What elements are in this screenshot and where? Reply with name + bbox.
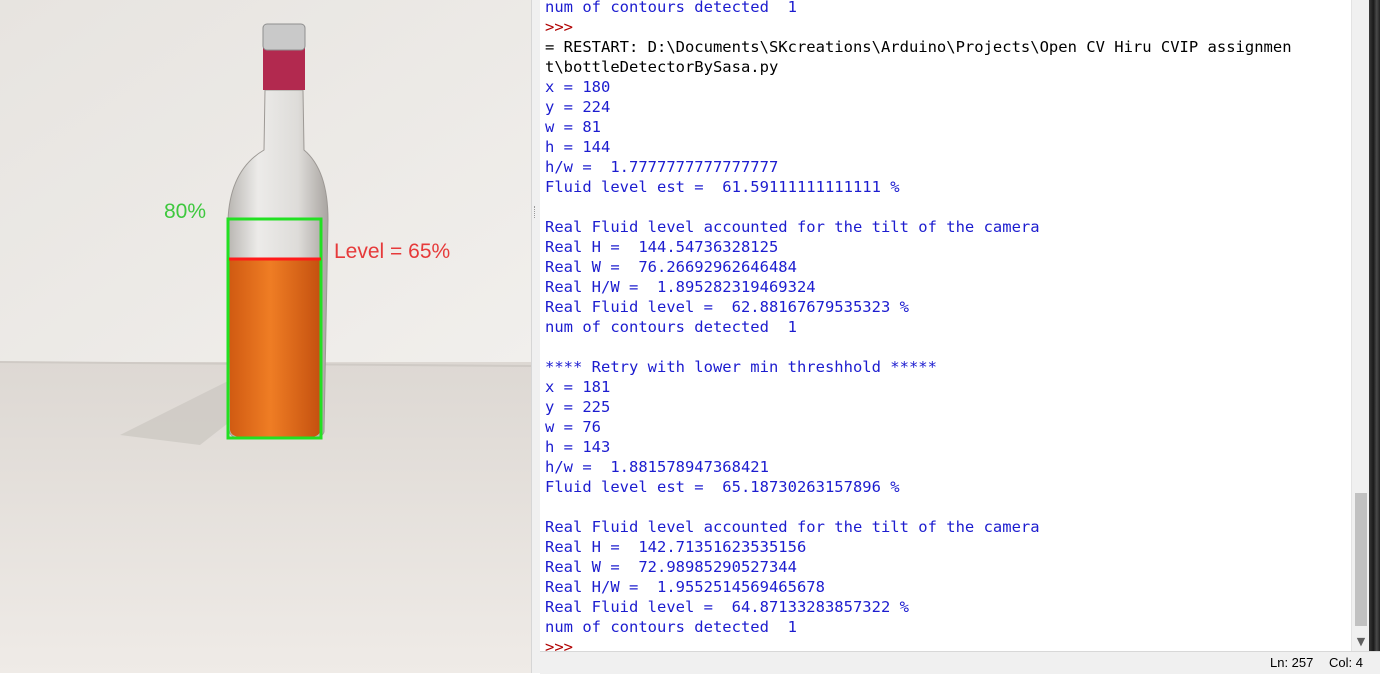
shell-output-line: Real Fluid level accounted for the tilt …	[545, 518, 1040, 536]
shell-output-line: y = 225	[545, 398, 611, 416]
bottle-cap	[262, 23, 306, 51]
background-window-edge	[1369, 0, 1380, 651]
shell-output-line: Fluid level est = 61.59111111111111 %	[545, 178, 900, 196]
python-shell-output[interactable]: num of contours detected 1 >>> = RESTART: …	[540, 0, 1351, 651]
shell-output-line: Fluid level est = 65.18730263157896 %	[545, 478, 900, 496]
shell-output-line: Real H = 142.71351623535156	[545, 538, 807, 556]
vertical-scrollbar[interactable]: ▼	[1351, 0, 1370, 651]
shell-output-line: h/w = 1.881578947368421	[545, 458, 769, 476]
shell-output-line: Real H = 144.54736328125	[545, 238, 779, 256]
shell-prompt: >>>	[545, 18, 573, 36]
shell-output-line: = RESTART: D:\Documents\SKcreations\Ardu…	[545, 38, 1292, 56]
detected-level-label: Level = 65%	[334, 240, 451, 263]
shell-output-line: num of contours detected 1	[545, 318, 797, 336]
bottle-photo	[0, 0, 531, 673]
fluid-volume	[229, 258, 321, 437]
shell-output-line: x = 180	[545, 78, 611, 96]
shell-output-line: Real H/W = 1.895282319469324	[545, 278, 816, 296]
shell-prompt: >>>	[545, 638, 573, 651]
shell-output-line: Real Fluid level accounted for the tilt …	[545, 218, 1040, 236]
target-level-label: 80%	[164, 200, 207, 223]
shell-output-line: Real H/W = 1.9552514569465678	[545, 578, 825, 596]
shell-output-line: h = 144	[545, 138, 611, 156]
shell-output-line: h/w = 1.7777777777777777	[545, 158, 779, 176]
shell-output-line: Real W = 76.26692962646484	[545, 258, 797, 276]
shell-output-line: y = 224	[545, 98, 611, 116]
shell-output-line: Real W = 72.98985290527344	[545, 558, 797, 576]
splitter-grip-icon	[534, 206, 538, 218]
shell-output-line: Real Fluid level = 62.88167679535323 %	[545, 298, 909, 316]
shell-output-line: num of contours detected 1	[545, 618, 797, 636]
shell-output-line: w = 76	[545, 418, 601, 436]
shell-output-line: t\bottleDetectorBySasa.py	[545, 58, 779, 76]
scroll-down-arrow-icon[interactable]: ▼	[1356, 636, 1366, 648]
camera-view: 80% Level = 65%	[0, 0, 531, 673]
cursor-line-indicator: Ln: 257	[1270, 655, 1314, 670]
shell-output-line: h = 143	[545, 438, 611, 456]
shell-output-line: x = 181	[545, 378, 611, 396]
shell-output-line: Real Fluid level = 64.87133283857322 %	[545, 598, 909, 616]
scrollbar-thumb[interactable]	[1355, 493, 1367, 626]
status-bar: Ln: 257 Col: 4	[540, 651, 1380, 674]
shell-output-line: num of contours detected 1	[545, 0, 797, 16]
shell-output-line: w = 81	[545, 118, 601, 136]
bottle-neck-label	[263, 48, 305, 90]
shell-output-line: **** Retry with lower min threshhold ***…	[545, 358, 937, 376]
cursor-column-indicator: Col: 4	[1329, 655, 1363, 670]
